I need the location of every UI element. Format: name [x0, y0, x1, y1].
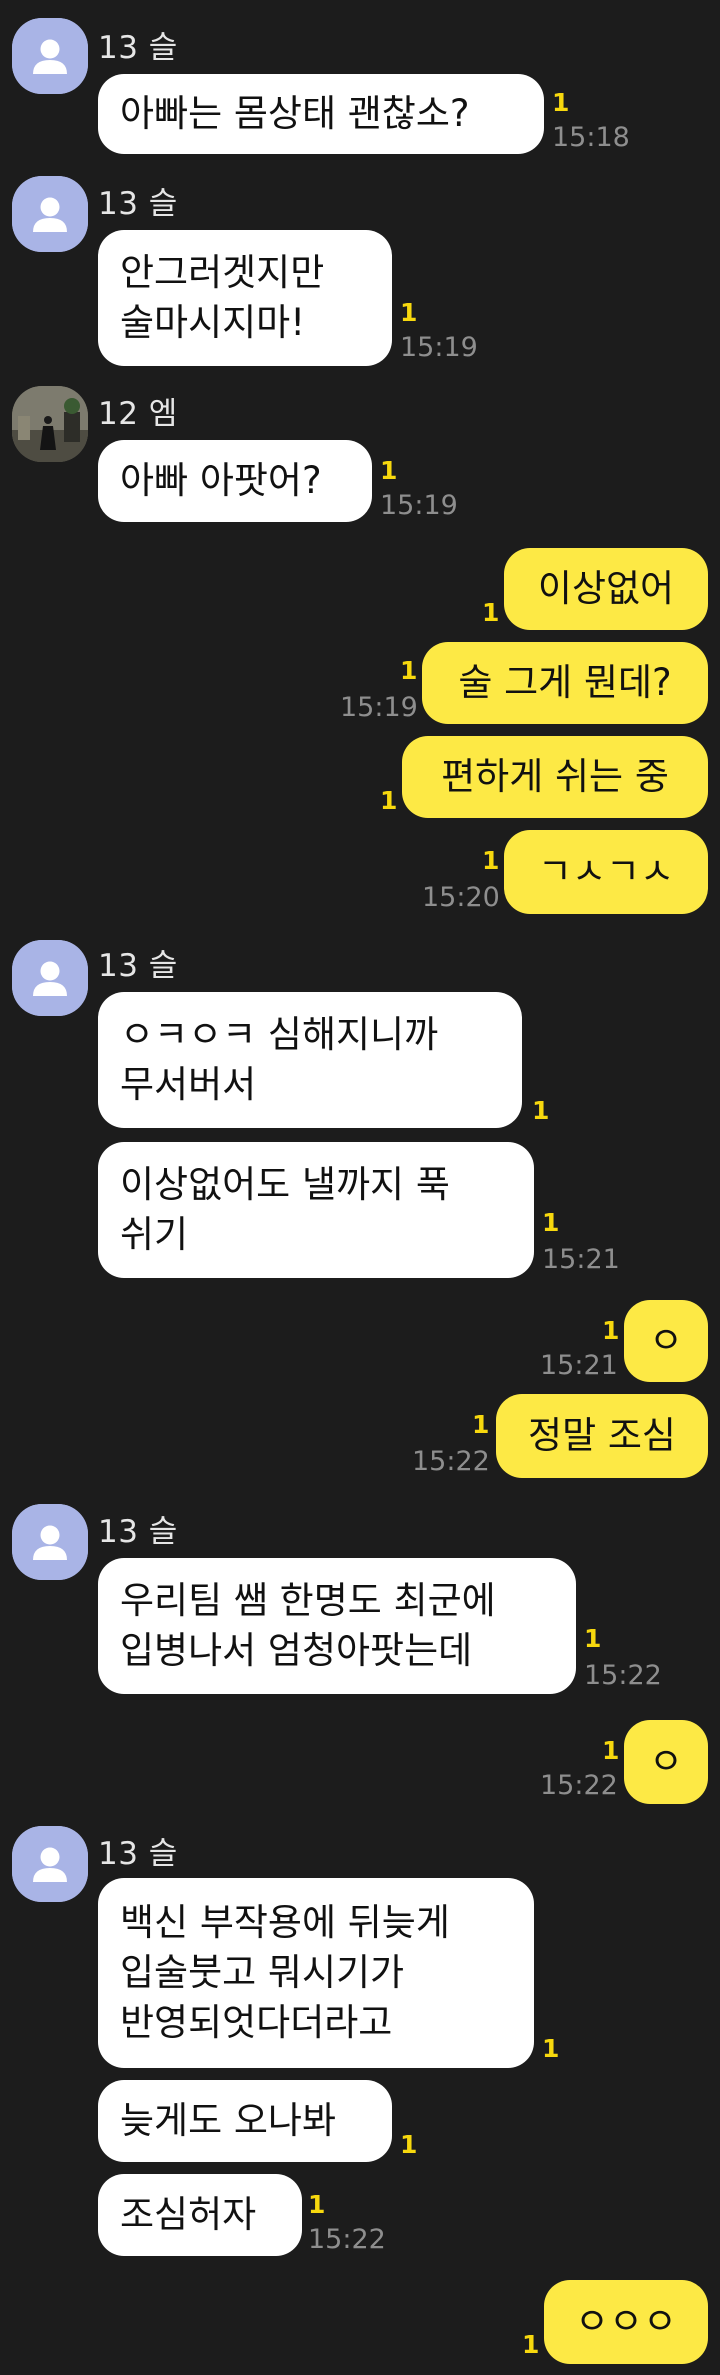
unread-count: 1	[602, 1736, 620, 1765]
message-text: 입술붓고 뭐시기가	[120, 1951, 405, 1994]
unread-count: 1	[552, 88, 570, 117]
message-text: ㄱㅅㄱㅅ	[537, 850, 675, 893]
unread-count: 1	[380, 786, 398, 815]
message-time: 15:22	[412, 1446, 490, 1477]
my-message-bubble[interactable]: ㅇㅇㅇ	[544, 2280, 708, 2364]
message-bubble[interactable]: 백신 부작용에 뒤늦게 입술붓고 뭐시기가 반영되엇다더라고	[98, 1878, 534, 2068]
sender-name: 13 슬	[98, 30, 178, 66]
default-avatar-icon[interactable]	[12, 1826, 88, 1902]
message-text: 입병나서 엄청아팟는데	[120, 1629, 473, 1672]
my-message-bubble[interactable]: 편하게 쉬는 중	[402, 736, 708, 818]
message-time: 15:18	[552, 122, 630, 153]
message-text: ㅇ	[648, 1319, 684, 1362]
sender-name: 13 슬	[98, 1514, 178, 1550]
message-time: 15:22	[308, 2224, 386, 2255]
my-message-bubble[interactable]: 술 그게 뭔데?	[422, 642, 708, 724]
sender-name: 12 엠	[98, 396, 178, 432]
message-text: 아빠 아팟어?	[120, 459, 322, 502]
message-text: 우리팀 쌤 한명도 최군에	[120, 1579, 496, 1622]
profile-photo-avatar[interactable]	[12, 386, 88, 462]
message-time: 15:22	[540, 1770, 618, 1801]
message-text: 이상없어도 낼까지 푹	[120, 1163, 450, 1206]
message-time: 15:19	[380, 490, 458, 521]
message-time: 15:22	[584, 1660, 662, 1691]
message-time: 15:21	[540, 1350, 618, 1381]
default-avatar-icon[interactable]	[12, 18, 88, 94]
message-text: 술 그게 뭔데?	[458, 661, 672, 704]
message-bubble[interactable]: 이상없어도 낼까지 푹 쉬기	[98, 1142, 534, 1278]
my-message-bubble[interactable]: ㅇ	[624, 1720, 708, 1804]
message-time: 15:21	[542, 1244, 620, 1275]
message-text: ㅇㅋㅇㅋ 심해지니까	[120, 1013, 439, 1056]
message-text: 반영되엇다더라고	[120, 2001, 393, 2044]
message-text: 조심허자	[120, 2193, 257, 2236]
message-bubble[interactable]: 아빠는 몸상태 괜찮소?	[98, 74, 544, 154]
message-text: 쉬기	[120, 1213, 189, 1256]
sender-name: 13 슬	[98, 948, 178, 984]
message-text: 늦게도 오나봐	[120, 2099, 337, 2142]
unread-count: 1	[380, 456, 398, 485]
my-message-bubble[interactable]: 정말 조심	[496, 1394, 708, 1478]
message-text: 정말 조심	[528, 1414, 676, 1457]
message-text: 이상없어	[537, 567, 675, 610]
message-text: 편하게 쉬는 중	[441, 755, 669, 798]
default-avatar-icon[interactable]	[12, 176, 88, 252]
unread-count: 1	[542, 2034, 560, 2063]
message-time: 15:19	[340, 692, 418, 723]
message-text: 안그러겟지만	[120, 251, 325, 294]
message-bubble[interactable]: ㅇㅋㅇㅋ 심해지니까 무서버서	[98, 992, 522, 1128]
message-time: 15:20	[422, 882, 500, 913]
message-time: 15:19	[400, 332, 478, 363]
message-bubble[interactable]: 안그러겟지만 술마시지마!	[98, 230, 392, 366]
unread-count: 1	[584, 1624, 602, 1653]
chat-room[interactable]: 13 슬 아빠는 몸상태 괜찮소? 1 15:18 13 슬 안그러겟지만 술마…	[0, 0, 720, 2375]
sender-name: 13 슬	[98, 1836, 178, 1872]
my-message-bubble[interactable]: ㄱㅅㄱㅅ	[504, 830, 708, 914]
unread-count: 1	[532, 1096, 550, 1125]
unread-count: 1	[602, 1316, 620, 1345]
unread-count: 1	[400, 656, 418, 685]
my-message-bubble[interactable]: 이상없어	[504, 548, 708, 630]
unread-count: 1	[400, 2130, 418, 2159]
message-bubble[interactable]: 조심허자	[98, 2174, 302, 2256]
sender-name: 13 슬	[98, 186, 178, 222]
message-bubble[interactable]: 아빠 아팟어?	[98, 440, 372, 522]
message-text: 무서버서	[120, 1063, 257, 1106]
message-text: 아빠는 몸상태 괜찮소?	[120, 92, 470, 135]
message-text: 술마시지마!	[120, 301, 306, 344]
default-avatar-icon[interactable]	[12, 1504, 88, 1580]
unread-count: 1	[472, 1410, 490, 1439]
message-bubble[interactable]: 늦게도 오나봐	[98, 2080, 392, 2162]
message-text: ㅇㅇㅇ	[574, 2300, 678, 2343]
unread-count: 1	[482, 846, 500, 875]
message-text: 백신 부작용에 뒤늦게	[120, 1901, 450, 1944]
unread-count: 1	[400, 298, 418, 327]
message-text: ㅇ	[648, 1740, 684, 1783]
my-message-bubble[interactable]: ㅇ	[624, 1300, 708, 1382]
unread-count: 1	[308, 2190, 326, 2219]
message-bubble[interactable]: 우리팀 쌤 한명도 최군에 입병나서 엄청아팟는데	[98, 1558, 576, 1694]
unread-count: 1	[542, 1208, 560, 1237]
unread-count: 1	[522, 2330, 540, 2359]
unread-count: 1	[482, 598, 500, 627]
default-avatar-icon[interactable]	[12, 940, 88, 1016]
